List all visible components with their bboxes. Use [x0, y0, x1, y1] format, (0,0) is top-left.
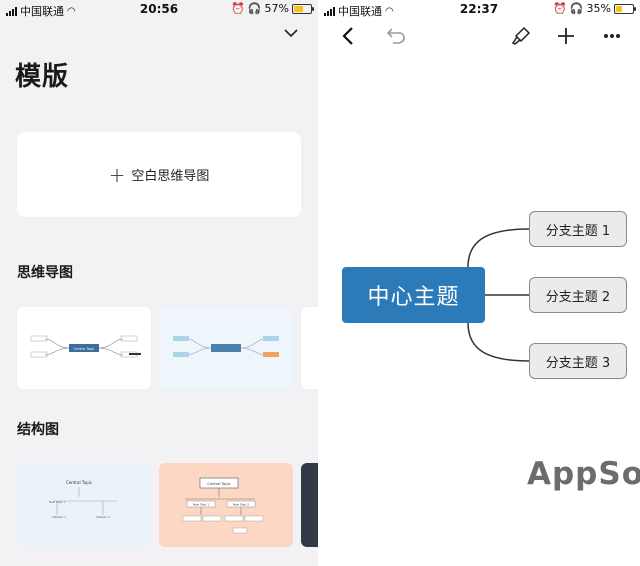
add-icon[interactable] — [552, 22, 580, 50]
thumb-subtopic: Subtopic 1 — [52, 515, 66, 519]
chevron-down-icon[interactable] — [284, 26, 298, 42]
template-thumbnail[interactable]: Central Topic Main Topic 1 Main Topic 2 — [159, 463, 293, 547]
alarm-icon: ⏰ — [553, 2, 567, 15]
more-icon[interactable] — [598, 22, 626, 50]
appso-watermark: AppSo — [527, 456, 640, 492]
mindmap-editor-screen: 中国联通 ◠ 22:37 ⏰ 🎧 35% 中心主题 分支主题 1 分支主题 2 — [318, 0, 640, 566]
back-icon[interactable] — [334, 22, 362, 50]
template-thumbnail[interactable] — [159, 307, 293, 389]
battery-percent: 35% — [586, 2, 611, 15]
headphones-icon: 🎧 — [569, 2, 584, 15]
plus-icon: + — [108, 162, 126, 187]
branch-topic-node[interactable]: 分支主题 3 — [529, 343, 627, 379]
template-thumbnail[interactable]: Central Topic Main Topic 1 Subtopic 1 Su… — [17, 463, 151, 547]
alarm-icon: ⏰ — [231, 2, 245, 15]
branch-topic-node[interactable]: 分支主题 1 — [529, 211, 627, 247]
thumb-central-topic: Central Topic — [66, 480, 92, 485]
battery-percent: 57% — [264, 2, 289, 15]
thumb-subtopic: Subtopic 2 — [96, 515, 110, 519]
branch-topic-node[interactable]: 分支主题 2 — [529, 277, 627, 313]
template-thumbnail[interactable] — [301, 463, 318, 547]
battery-icon — [614, 3, 636, 14]
thumb-main-topic: Main Topic 1 — [193, 503, 209, 507]
blank-mindmap-label: 空白思维导图 — [131, 169, 210, 184]
thumb-main-topic: Main Topic 2 — [233, 503, 249, 507]
status-bar: 中国联通 ◠ 20:56 ⏰ 🎧 57% — [0, 0, 318, 18]
format-brush-icon[interactable] — [507, 22, 535, 50]
template-thumbnail[interactable] — [301, 307, 318, 389]
central-topic-node[interactable]: 中心主题 — [342, 267, 485, 323]
page-title: 模版 — [15, 62, 70, 92]
blank-mindmap-button[interactable]: + 空白思维导图 — [17, 132, 301, 217]
status-bar: 中国联通 ◠ 22:37 ⏰ 🎧 35% — [318, 0, 640, 18]
undo-icon[interactable] — [382, 22, 410, 50]
template-screen: 中国联通 ◠ 20:56 ⏰ 🎧 57% 模版 + 空白思维导图 思维导图 Ce… — [0, 0, 318, 566]
thumb-main-topic: Main Topic 1 — [49, 500, 65, 504]
thumb-central-topic: Central Topic — [74, 347, 95, 351]
template-thumbnail[interactable]: Central Topic — [17, 307, 151, 389]
section-title-mindmap: 思维导图 — [17, 265, 73, 281]
headphones-icon: 🎧 — [247, 2, 262, 15]
thumb-central-topic: Central Topic — [207, 482, 230, 486]
battery-icon — [292, 3, 314, 14]
section-title-structure: 结构图 — [17, 422, 59, 438]
